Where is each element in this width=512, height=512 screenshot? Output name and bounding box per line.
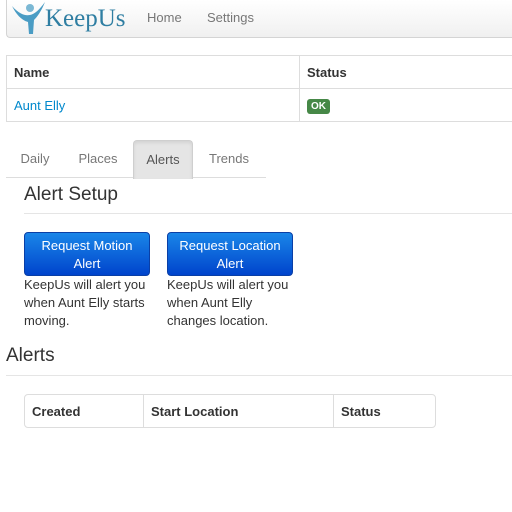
divider <box>24 213 512 214</box>
status-table-header: Name Status <box>6 55 512 89</box>
button-label-line: Request Location <box>179 238 281 253</box>
alerts-table: Created Start Location Status <box>24 394 436 428</box>
nav-home-link[interactable]: Home <box>147 10 182 25</box>
person-cell: Aunt Elly <box>6 88 300 122</box>
description-line: KeepUs will alert you <box>24 277 146 292</box>
nav-settings-link[interactable]: Settings <box>207 10 254 25</box>
column-header-status: Status <box>333 395 435 427</box>
status-table: Name Status Aunt Elly OK <box>6 55 512 122</box>
status-badge: OK <box>307 98 330 114</box>
tab-places[interactable]: Places <box>68 140 128 178</box>
brand-logo[interactable]: KeepUs <box>9 0 127 38</box>
tab-trends[interactable]: Trends <box>199 140 259 178</box>
button-label-line: Alert <box>73 256 101 271</box>
column-header-start-location: Start Location <box>143 395 333 427</box>
tab-alerts[interactable]: Alerts <box>133 140 193 179</box>
description-line: KeepUs will alert you <box>167 277 289 292</box>
table-row: Aunt Elly OK <box>6 88 512 122</box>
person-name-link[interactable]: Aunt Elly <box>14 98 65 113</box>
button-label-line: Request Motion <box>41 238 133 253</box>
description-line: changes location. <box>167 313 269 328</box>
alerts-heading: Alerts <box>6 345 55 366</box>
button-label-line: Alert <box>216 256 244 271</box>
description-line: moving. <box>24 313 70 328</box>
request-location-alert-button[interactable]: Request Location Alert <box>167 232 293 276</box>
brand-name: KeepUs <box>45 5 126 32</box>
status-cell: OK <box>299 88 512 122</box>
navbar: KeepUs Home Settings <box>6 0 512 38</box>
keepus-figure-icon <box>12 2 45 34</box>
request-motion-alert-button[interactable]: Request Motion Alert <box>24 232 150 276</box>
divider <box>6 375 512 376</box>
column-header-created: Created <box>32 403 81 419</box>
alerts-table-header: Created Start Location Status <box>25 395 435 427</box>
column-header-name: Name <box>6 55 300 89</box>
description-line: when Aunt Elly <box>167 295 253 310</box>
description-line: when Aunt Elly starts <box>24 295 145 310</box>
location-alert-description: KeepUs will alert you when Aunt Elly cha… <box>167 276 297 330</box>
motion-alert-description: KeepUs will alert you when Aunt Elly sta… <box>24 276 150 330</box>
column-header-status: Status <box>299 55 512 89</box>
tab-daily[interactable]: Daily <box>6 140 64 178</box>
alert-setup-heading: Alert Setup <box>24 184 118 205</box>
tab-bar: Daily Places Alerts Trends <box>6 140 266 179</box>
